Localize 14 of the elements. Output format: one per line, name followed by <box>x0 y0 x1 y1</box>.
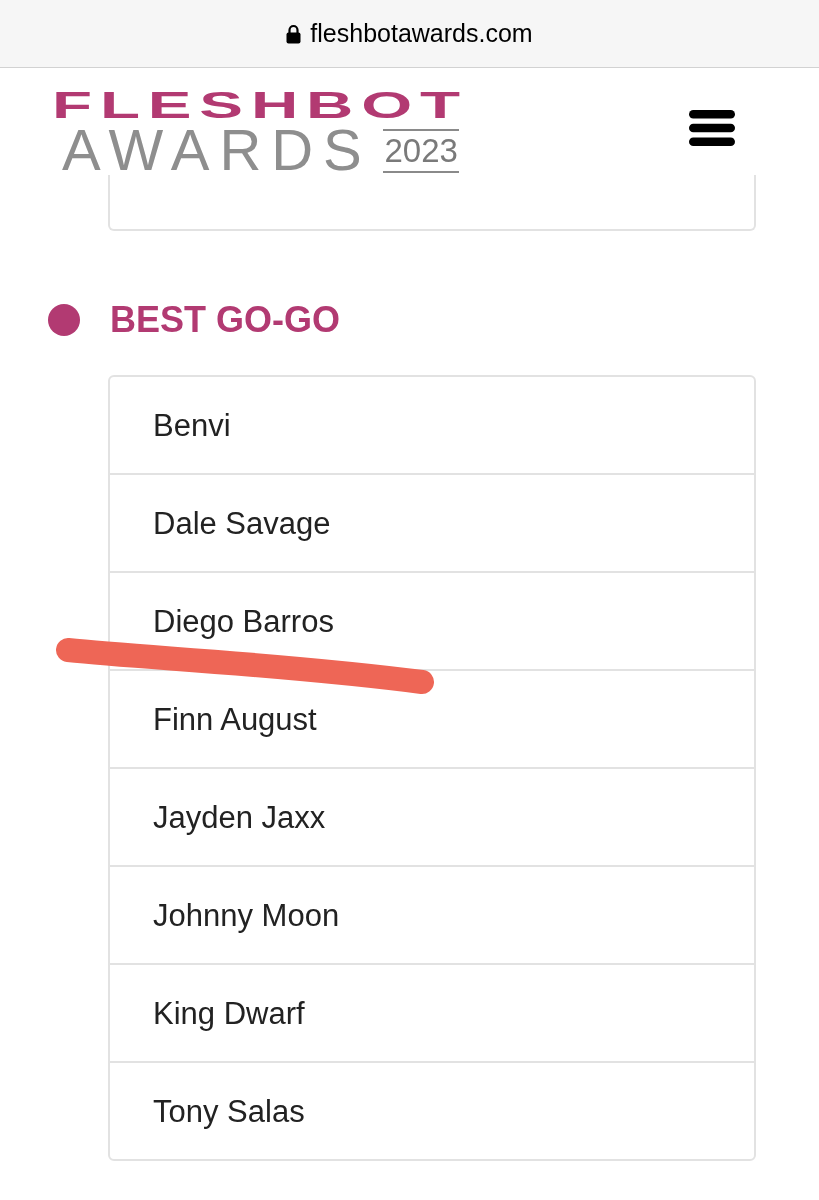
nominee-name[interactable]: Tony Salas <box>153 1095 305 1127</box>
nominee-name[interactable]: Diego Barros <box>153 605 334 637</box>
category-title: BEST GO-GO <box>110 302 340 338</box>
nominee-name[interactable]: Jayden Jaxx <box>153 801 326 833</box>
url-text[interactable]: fleshbotawards.com <box>310 21 533 46</box>
site-logo[interactable]: FLESHBOT AWARDS 2023 <box>52 92 474 175</box>
lock-icon <box>286 23 302 44</box>
nominee-name[interactable]: Finn August <box>153 703 317 735</box>
nominee-name[interactable]: Dale Savage <box>153 507 331 539</box>
category-dot-icon <box>48 304 80 336</box>
menu-icon[interactable] <box>689 110 735 146</box>
nominee-name[interactable]: Johnny Moon <box>153 899 340 931</box>
nominee-name[interactable]: Benvi <box>153 409 231 441</box>
nominee-name[interactable]: King Dwarf <box>153 997 305 1029</box>
